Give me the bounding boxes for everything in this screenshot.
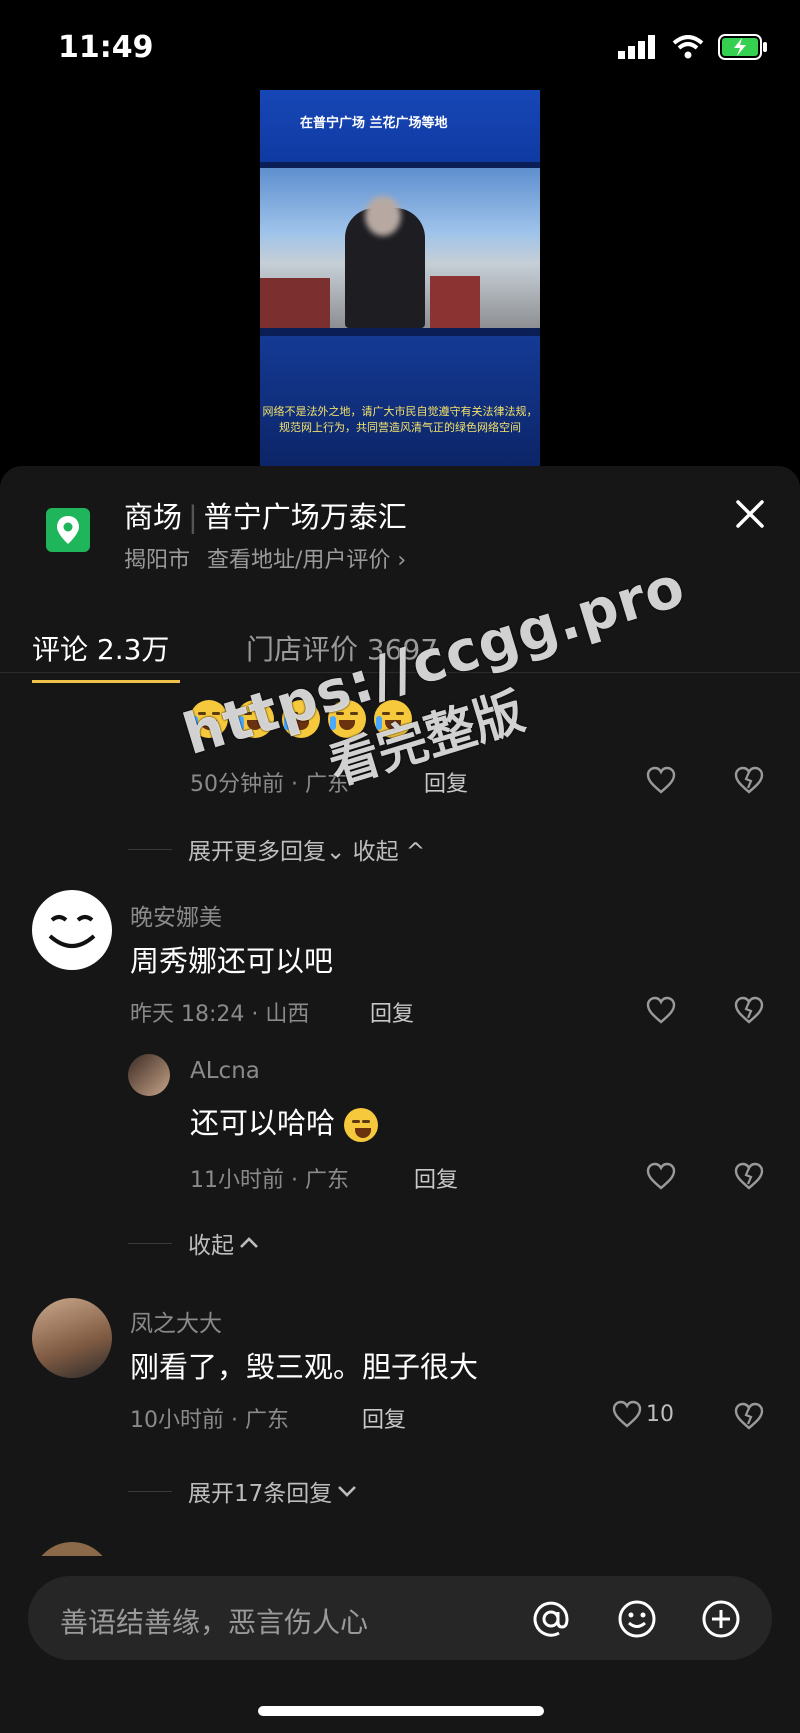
- comment-text: 刚看了，毁三观。胆子很大: [130, 1350, 479, 1384]
- add-plus-icon[interactable]: [700, 1598, 742, 1640]
- comment-list[interactable]: 50分钟前 · 广东 回复 展开更多回复⌄ 收起 ^ 晚安娜美 周秀娜还可以吧 …: [0, 686, 800, 1556]
- tab-comments[interactable]: 评论 2.3万: [32, 628, 169, 668]
- comment-time-location: 10小时前 · 广东: [130, 1408, 289, 1433]
- location-pin-icon: [46, 508, 90, 552]
- comment-sheet: 商场 | 普宁广场万泰汇 揭阳市 查看地址/用户评价 › 评论 2.3万 门店评价 …: [0, 466, 800, 1733]
- avatar[interactable]: [32, 1542, 112, 1556]
- reply-button[interactable]: 回复: [414, 1162, 458, 1194]
- reply-button[interactable]: 回复: [362, 1402, 406, 1434]
- crying-laughing-emoji-icon: [190, 700, 228, 738]
- dislike-broken-heart-icon[interactable]: [734, 1402, 764, 1430]
- crying-laughing-emoji-icon: [236, 700, 274, 738]
- avatar[interactable]: [32, 890, 112, 970]
- video-caption-top: 在普宁广场 兰花广场等地: [300, 116, 448, 131]
- dislike-broken-heart-icon[interactable]: [734, 996, 764, 1024]
- comment-time-location: 50分钟前 · 广东: [190, 772, 349, 797]
- status-time: 11:49: [58, 30, 154, 65]
- like-count: 10: [646, 1401, 674, 1427]
- signal-icon: [618, 35, 655, 59]
- comment-tabs: 评论 2.3万 门店评价 3697: [0, 606, 800, 673]
- tab-store-reviews[interactable]: 门店评价 3697: [246, 628, 438, 668]
- comment-emoji-row: [190, 700, 412, 738]
- chevron-up-icon: [240, 1237, 258, 1248]
- reply-username[interactable]: ALcna: [190, 1058, 260, 1084]
- avatar[interactable]: [32, 1298, 112, 1378]
- like-heart-icon[interactable]: [646, 766, 676, 794]
- reply-button[interactable]: 回复: [370, 996, 414, 1028]
- reply-text: 还可以哈哈: [190, 1100, 379, 1142]
- location-title[interactable]: 商场 | 普宁广场万泰汇: [124, 494, 407, 536]
- dislike-broken-heart-icon[interactable]: [734, 766, 764, 794]
- status-bar: 11:49: [0, 0, 800, 100]
- comment-username[interactable]: 凤之大大: [130, 1304, 222, 1338]
- comment-time-location: 11小时前 · 广东: [190, 1168, 349, 1193]
- location-name: 普宁广场万泰汇: [203, 500, 407, 534]
- close-icon[interactable]: [730, 494, 770, 534]
- comment-input[interactable]: 善语结善缘，恶言伤人心: [28, 1576, 772, 1660]
- video-preview[interactable]: 在普宁广场 兰花广场等地 网络不是法外之地，请广大市民自觉遵守有关法律法规，规范…: [260, 90, 540, 470]
- chevron-down-icon: [338, 1486, 357, 1497]
- like-button[interactable]: 10: [612, 1400, 674, 1428]
- like-heart-icon: [612, 1400, 642, 1428]
- wifi-icon: [672, 35, 704, 59]
- emoji-smile-icon[interactable]: [616, 1598, 658, 1640]
- collapse-replies[interactable]: 收起: [128, 1226, 260, 1260]
- crying-laughing-emoji-icon: [374, 700, 412, 738]
- comment-input-bar: 善语结善缘，恶言伤人心: [0, 1556, 800, 1733]
- video-photo: [260, 168, 540, 328]
- comment-text: 周秀娜还可以吧: [130, 944, 334, 978]
- expand-more-replies[interactable]: 展开更多回复⌄ 收起 ^: [128, 832, 425, 866]
- location-subtitle[interactable]: 揭阳市 查看地址/用户评价 ›: [124, 542, 406, 574]
- location-city: 揭阳市: [124, 548, 191, 573]
- crying-laughing-emoji-icon: [328, 700, 366, 738]
- mention-at-icon[interactable]: [530, 1598, 572, 1640]
- rofl-emoji-icon: [344, 1108, 379, 1142]
- like-heart-icon[interactable]: [646, 996, 676, 1024]
- location-category: 商场: [124, 500, 183, 534]
- like-heart-icon[interactable]: [646, 1162, 676, 1190]
- avatar[interactable]: [128, 1054, 170, 1096]
- tab-active-indicator: [32, 680, 180, 683]
- expand-replies[interactable]: 展开17条回复: [128, 1474, 358, 1508]
- comment-input-placeholder: 善语结善缘，恶言伤人心: [60, 1606, 369, 1639]
- crying-laughing-emoji-icon: [282, 700, 320, 738]
- home-indicator: [258, 1706, 544, 1716]
- location-detail-link[interactable]: 查看地址/用户评价 ›: [207, 548, 406, 573]
- video-caption-bottom: 网络不是法外之地，请广大市民自觉遵守有关法律法规，规范网上行为，共同营造风清气正…: [262, 405, 538, 434]
- dislike-broken-heart-icon[interactable]: [734, 1162, 764, 1190]
- reply-button[interactable]: 回复: [424, 766, 468, 798]
- comment-time-location: 昨天 18:24 · 山西: [130, 1002, 310, 1027]
- battery-charging-icon: [718, 34, 767, 60]
- comment-username[interactable]: 晚安娜美: [130, 898, 222, 932]
